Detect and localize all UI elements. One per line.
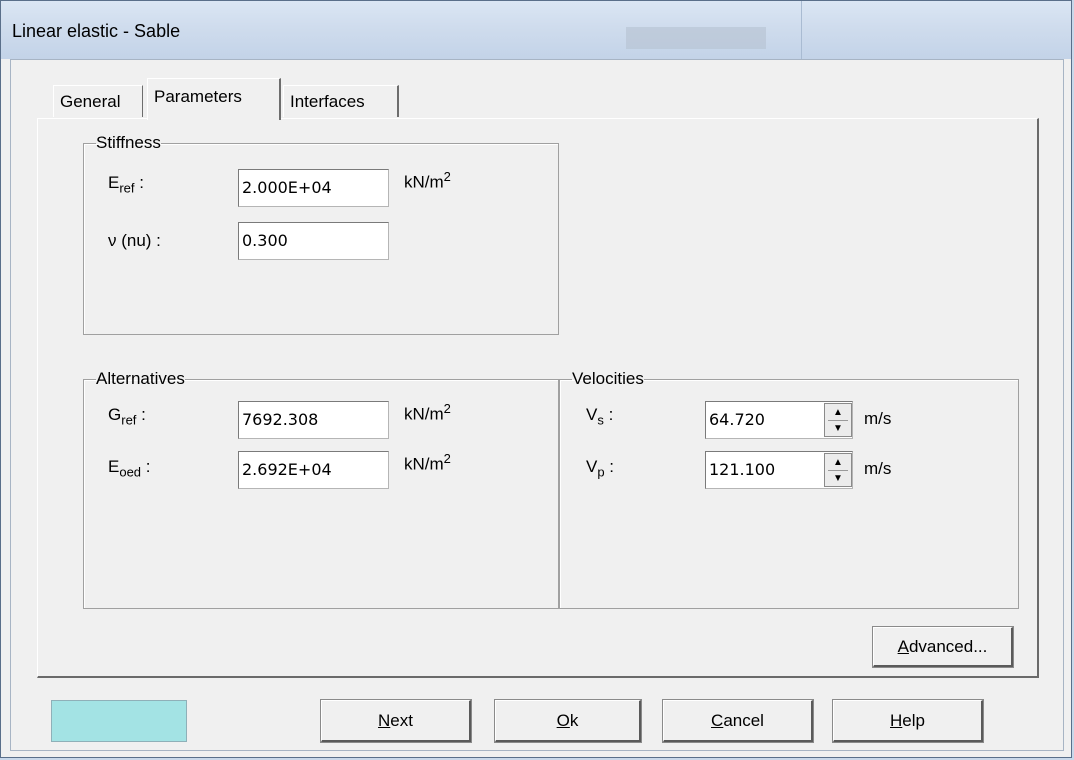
tab-parameters-label: Parameters	[154, 87, 242, 106]
e-oed-input[interactable]: 2.692E+04	[238, 451, 389, 489]
tab-parameters[interactable]: Parameters	[147, 78, 281, 120]
help-button[interactable]: Help	[832, 699, 984, 743]
cancel-button[interactable]: Cancel	[662, 699, 814, 743]
tab-interfaces[interactable]: Interfaces	[283, 85, 399, 117]
dialog-window: Linear elastic - Sable General Parameter…	[0, 0, 1072, 758]
ok-button[interactable]: Ok	[494, 699, 642, 743]
g-ref-label: Gref :	[108, 405, 146, 428]
ok-button-label: Ok	[556, 710, 579, 730]
arrow-up-icon[interactable]: ▲	[828, 455, 848, 471]
arrow-down-icon[interactable]: ▼	[828, 421, 848, 436]
velocities-legend: Velocities	[572, 369, 644, 388]
color-swatch[interactable]	[51, 700, 187, 742]
e-ref-input[interactable]: 2.000E+04	[238, 169, 389, 207]
title-bar-divider	[801, 1, 802, 59]
title-bar[interactable]: Linear elastic - Sable	[1, 1, 1071, 59]
tab-general[interactable]: General	[53, 85, 143, 117]
e-oed-label: Eoed :	[108, 457, 151, 480]
cancel-button-label: Cancel	[711, 710, 764, 730]
arrow-down-icon[interactable]: ▼	[828, 471, 848, 486]
nu-label: ν (nu) :	[108, 231, 161, 250]
tab-interfaces-label: Interfaces	[290, 91, 365, 111]
g-ref-input[interactable]: 7692.308	[238, 401, 389, 439]
e-ref-unit: kN/m2	[404, 169, 451, 192]
nu-input[interactable]: 0.300	[238, 222, 389, 260]
vp-spinner[interactable]: ▲ ▼	[824, 453, 852, 487]
g-ref-unit: kN/m2	[404, 401, 451, 424]
dialog-client: General Parameters Interfaces Stiffness …	[10, 59, 1064, 751]
e-oed-unit: kN/m2	[404, 451, 451, 474]
vs-label: Vs :	[586, 405, 614, 428]
parameters-panel: Stiffness Eref : 2.000E+04 kN/m2 ν (nu) …	[37, 118, 1039, 678]
advanced-button-label: Advanced...	[897, 636, 988, 656]
next-button-label: Next	[378, 710, 413, 730]
tab-general-label: General	[60, 91, 121, 111]
vs-spinner[interactable]: ▲ ▼	[824, 403, 852, 437]
window-title: Linear elastic - Sable	[12, 21, 181, 41]
help-button-label: Help	[890, 710, 925, 730]
advanced-button[interactable]: Advanced...	[872, 626, 1014, 668]
vs-unit: m/s	[864, 409, 892, 428]
stiffness-legend: Stiffness	[96, 133, 161, 152]
alternatives-legend: Alternatives	[96, 369, 185, 388]
next-button[interactable]: Next	[320, 699, 472, 743]
arrow-up-icon[interactable]: ▲	[828, 405, 848, 421]
vp-label: Vp :	[586, 457, 615, 480]
title-bar-blur	[626, 27, 766, 49]
vp-unit: m/s	[864, 459, 892, 478]
e-ref-label: Eref :	[108, 173, 144, 196]
